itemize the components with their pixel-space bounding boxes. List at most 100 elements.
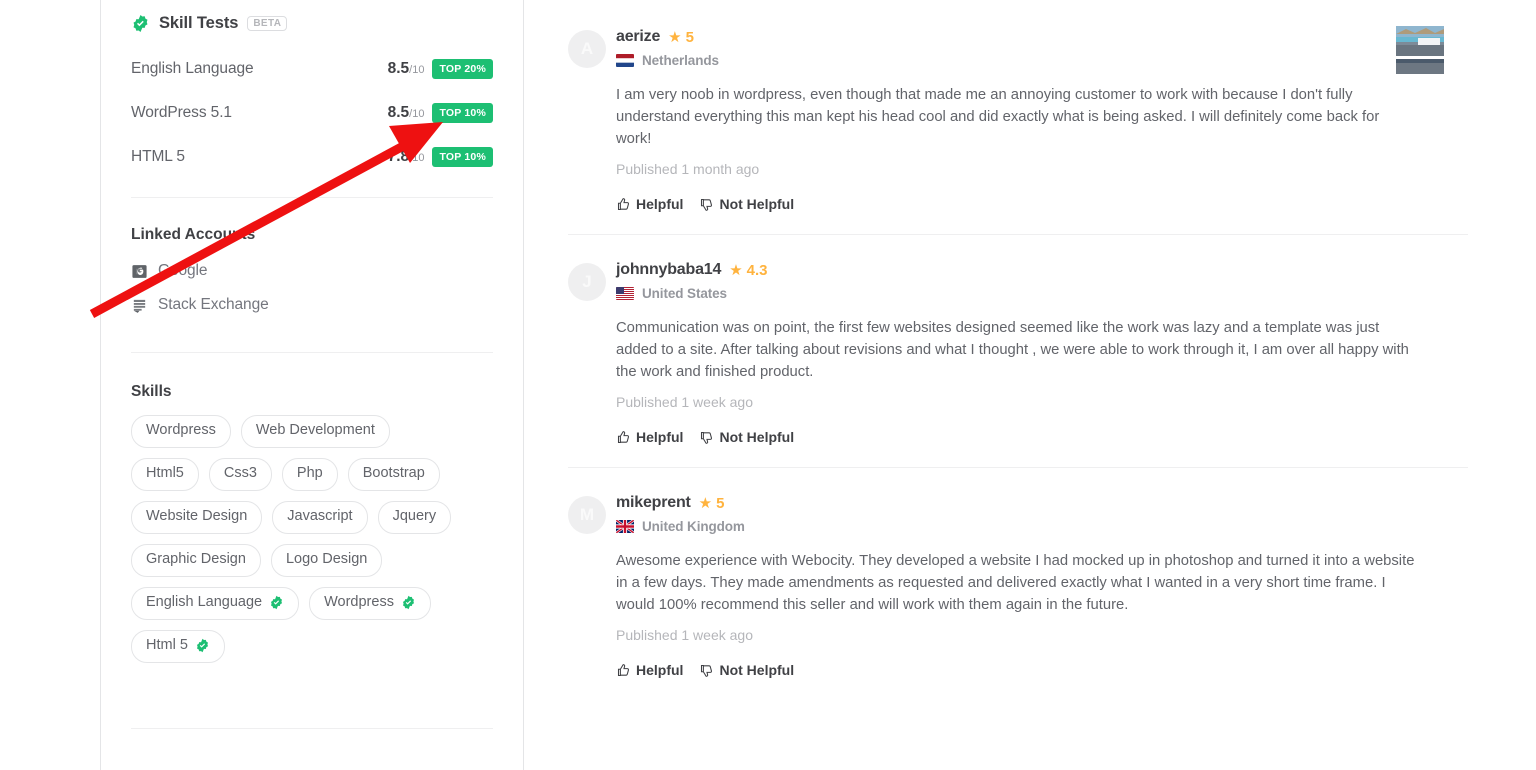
skill-test-row: HTML 5 7.8/10 TOP 10% <box>131 135 493 179</box>
rating-value: 5 <box>716 494 725 512</box>
linked-account-label: Google <box>158 262 208 279</box>
skill-tag-verified[interactable]: Html 5 <box>131 629 225 663</box>
skill-test-row: English Language 8.5/10 TOP 20% <box>131 47 493 91</box>
skill-tag[interactable]: Php <box>281 457 338 491</box>
country-line: Netherlands <box>616 53 719 68</box>
skill-tag-label: English Language <box>146 593 263 610</box>
not-helpful-label: Not Helpful <box>719 196 795 212</box>
skill-tag-label: Logo Design <box>285 550 368 567</box>
section-divider <box>131 728 493 729</box>
skill-tag[interactable]: Web Development <box>240 415 390 448</box>
helpful-label: Helpful <box>636 429 684 445</box>
skill-tag-label: Javascript <box>287 507 353 524</box>
skill-tag-verified[interactable]: Wordpress <box>309 586 431 620</box>
linked-account-stack-exchange[interactable]: Stack Exchange <box>131 288 493 322</box>
helpful-label: Helpful <box>636 196 684 212</box>
review-text: I am very noob in wordpress, even though… <box>616 87 1380 147</box>
skill-tag[interactable]: Wordpress <box>131 415 231 448</box>
rating: ★ 5 <box>699 495 725 512</box>
score-value: 8.5 <box>387 60 410 77</box>
country-label: United States <box>642 286 727 301</box>
top-percentile-badge: TOP 10% <box>432 103 493 123</box>
top-percentile-badge: TOP 10% <box>432 147 493 167</box>
review-text: Awesome experience with Webocity. They d… <box>616 553 1415 613</box>
skill-tag-verified[interactable]: English Language <box>131 586 300 620</box>
review-header: J johnnybaba14 ★ 4.3 United States <box>568 261 1468 301</box>
top-percentile-badge: TOP 20% <box>432 59 493 79</box>
skill-tag-label: Jquery <box>392 507 437 524</box>
skill-tag-label: Bootstrap <box>362 464 425 481</box>
thumbs-up-icon <box>617 663 629 676</box>
review-actions: Helpful Not Helpful <box>616 662 1468 678</box>
review-actions: Helpful Not Helpful <box>616 429 1468 445</box>
skill-tag[interactable]: Graphic Design <box>131 543 261 577</box>
skill-tag-label: Css3 <box>223 464 257 481</box>
reviewer-name-line: mikeprent ★ 5 <box>616 494 745 512</box>
reviewer-name-line: johnnybaba14 ★ 4.3 <box>616 261 768 279</box>
thumbs-up-icon <box>617 430 629 443</box>
verified-check-icon <box>131 14 150 33</box>
skill-test-score: 7.8/10 <box>388 148 425 166</box>
review-text: Communication was on point, the first fe… <box>616 320 1409 380</box>
linked-account-google[interactable]: Google <box>131 254 493 288</box>
country-line: United States <box>616 286 768 301</box>
profile-reviews-page: Skill Tests BETA English Language 8.5/10… <box>0 0 1536 770</box>
skill-tag[interactable]: Css3 <box>208 457 272 491</box>
review-published-date: Published 1 week ago <box>616 627 753 643</box>
stack-exchange-icon <box>133 299 146 313</box>
review-actions: Helpful Not Helpful <box>616 196 1468 212</box>
helpful-button[interactable]: Helpful <box>616 429 683 445</box>
thumbs-down-icon <box>701 198 713 211</box>
reviewer-name[interactable]: aerize <box>616 28 660 46</box>
avatar: J <box>568 263 606 301</box>
rating: ★ 4.3 <box>729 262 767 279</box>
rating-value: 5 <box>685 28 694 46</box>
thumbs-up-icon <box>617 197 629 210</box>
linked-account-label: Stack Exchange <box>158 296 269 313</box>
thumbs-down-icon <box>701 431 713 444</box>
score-denominator: /10 <box>409 108 425 120</box>
section-divider <box>131 352 493 353</box>
star-icon: ★ <box>668 28 682 46</box>
star-icon: ★ <box>698 494 713 512</box>
review-item: A aerize ★ 5 Netherlands I am very noob … <box>568 0 1468 235</box>
helpful-button[interactable]: Helpful <box>616 196 683 212</box>
linked-accounts-list: Google Stack Exchange <box>131 254 493 322</box>
skill-test-name: HTML 5 <box>131 148 185 165</box>
skill-tag-label: Wordpress <box>146 422 216 438</box>
skill-tag[interactable]: Bootstrap <box>347 457 440 491</box>
profile-sidebar-card: Skill Tests BETA English Language 8.5/10… <box>100 0 524 770</box>
score-denominator: /10 <box>409 152 425 164</box>
verified-check-icon <box>196 638 208 653</box>
review-attachment-thumbnail[interactable] <box>1396 26 1444 74</box>
skill-tag-label: Html5 <box>146 464 184 481</box>
skill-tests-list: English Language 8.5/10 TOP 20% WordPres… <box>131 47 493 179</box>
not-helpful-button[interactable]: Not Helpful <box>699 662 794 678</box>
skill-tag[interactable]: Html5 <box>131 457 199 491</box>
skill-tag-label: Html 5 <box>146 636 188 653</box>
skill-test-name: WordPress 5.1 <box>131 104 232 121</box>
review-published-date: Published 1 month ago <box>616 161 760 177</box>
score-value: 8.5 <box>387 104 410 121</box>
not-helpful-label: Not Helpful <box>719 662 795 678</box>
score-denominator: /10 <box>409 64 425 76</box>
country-label: United Kingdom <box>642 519 745 534</box>
skill-tag[interactable]: Logo Design <box>270 543 383 577</box>
united-states-flag-icon <box>616 287 634 300</box>
helpful-label: Helpful <box>636 662 684 678</box>
skills-tag-list: Wordpress Web Development Html5 Css3 Php… <box>131 415 461 663</box>
review-published-date: Published 1 week ago <box>616 394 753 410</box>
verified-check-icon <box>402 595 414 610</box>
not-helpful-button[interactable]: Not Helpful <box>699 429 794 445</box>
reviewer-name[interactable]: johnnybaba14 <box>616 261 721 279</box>
reviewer-name[interactable]: mikeprent <box>616 494 691 512</box>
skill-tag-label: Wordpress <box>324 593 394 610</box>
skill-tag[interactable]: Javascript <box>272 500 368 534</box>
review-header: A aerize ★ 5 Netherlands <box>568 28 1468 68</box>
skill-test-row: WordPress 5.1 8.5/10 TOP 10% <box>131 91 493 135</box>
skill-tag[interactable]: Jquery <box>377 500 452 534</box>
verified-check-icon <box>271 595 283 610</box>
skill-tag[interactable]: Website Design <box>131 500 263 534</box>
helpful-button[interactable]: Helpful <box>616 662 683 678</box>
not-helpful-button[interactable]: Not Helpful <box>699 196 794 212</box>
